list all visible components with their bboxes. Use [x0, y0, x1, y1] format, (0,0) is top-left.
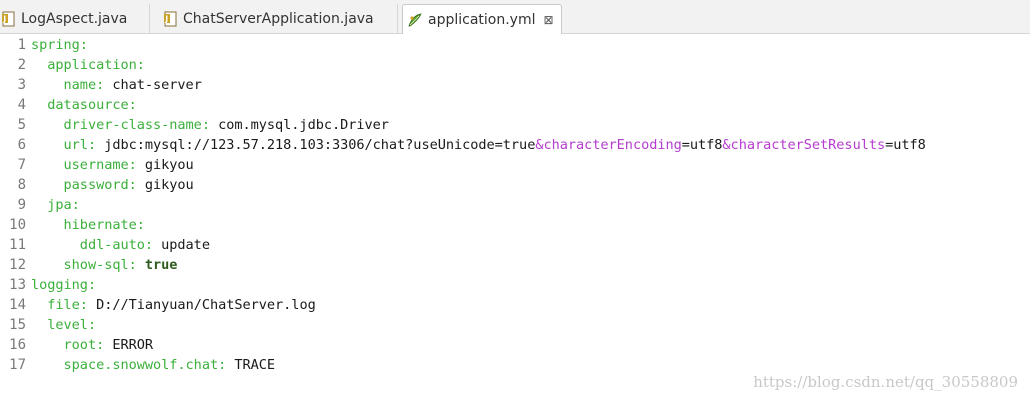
close-tab-icon[interactable]: ⊠: [544, 13, 554, 27]
yaml-value: jdbc:mysql://123.57.218.103:3306/chat?us…: [96, 137, 536, 153]
code-line: 16 root: ERROR: [0, 335, 1030, 355]
code-text: url: jdbc:mysql://123.57.218.103:3306/ch…: [31, 135, 926, 155]
code-line: 3 name: chat-server: [0, 75, 1030, 95]
tab-application-yml[interactable]: application.yml ⊠: [402, 4, 562, 35]
yaml-value: ERROR: [104, 337, 154, 353]
yaml-key: file:: [31, 297, 88, 313]
editor-tab-bar: J LogAspect.java J ChatServerApplication…: [0, 0, 1030, 35]
tab-label: application.yml: [428, 11, 536, 28]
code-line: 11 ddl-auto: update: [0, 235, 1030, 255]
code-line: 2 application:: [0, 55, 1030, 75]
code-line: 8 password: gikyou: [0, 175, 1030, 195]
code-line: 6 url: jdbc:mysql://123.57.218.103:3306/…: [0, 135, 1030, 155]
yaml-key: root:: [31, 337, 105, 353]
line-number: 14: [9, 297, 26, 313]
tab-label: LogAspect.java: [21, 11, 128, 27]
yaml-value: true: [136, 257, 178, 273]
line-number: 12: [9, 257, 26, 273]
line-number: 1: [17, 37, 26, 53]
code-line: 13 logging:: [0, 275, 1030, 295]
line-number: 9: [17, 197, 26, 213]
code-text: username: gikyou: [31, 155, 194, 175]
code-text: file: D://Tianyuan/ChatServer.log: [31, 295, 316, 315]
yaml-key: logging:: [31, 277, 97, 293]
line-number: 11: [9, 237, 26, 253]
yaml-key: datasource:: [31, 97, 137, 113]
code-text: root: ERROR: [31, 335, 154, 355]
yaml-key: space.snowwolf.chat:: [31, 357, 227, 373]
line-number: 2: [17, 57, 26, 73]
code-text: ddl-auto: update: [31, 235, 210, 255]
url-param: &characterSetResults: [722, 137, 886, 153]
yaml-key: show-sql:: [31, 257, 137, 273]
line-number: 16: [9, 337, 26, 353]
code-text: hibernate:: [31, 215, 145, 235]
java-file-icon: J: [164, 11, 177, 27]
code-text: datasource:: [31, 95, 137, 115]
code-line: 12 show-sql: true: [0, 255, 1030, 275]
code-text: driver-class-name: com.mysql.jdbc.Driver: [31, 115, 389, 135]
line-number: 15: [9, 317, 26, 333]
java-file-icon: J: [2, 11, 15, 27]
code-line: 17 space.snowwolf.chat: TRACE: [0, 355, 1030, 375]
code-line: 4 datasource:: [0, 95, 1030, 115]
code-text: level:: [31, 315, 96, 335]
code-line: 15 level:: [0, 315, 1030, 335]
line-number: 10: [9, 217, 26, 233]
yaml-key: username:: [31, 157, 137, 173]
yaml-key: hibernate:: [31, 217, 145, 233]
yaml-value: com.mysql.jdbc.Driver: [209, 117, 389, 133]
code-text: show-sql: true: [31, 255, 178, 275]
tab-logaspect-java[interactable]: J LogAspect.java: [0, 4, 150, 34]
yaml-key: driver-class-name:: [31, 117, 210, 133]
tab-label: ChatServerApplication.java: [183, 11, 374, 27]
yaml-key: password:: [31, 177, 137, 193]
yaml-file-icon: [408, 12, 422, 26]
line-number: 4: [17, 97, 26, 113]
line-number: 6: [17, 137, 26, 153]
code-line: 10 hibernate:: [0, 215, 1030, 235]
code-line: 5 driver-class-name: com.mysql.jdbc.Driv…: [0, 115, 1030, 135]
yaml-value: D://Tianyuan/ChatServer.log: [87, 297, 316, 313]
code-line: 9 jpa:: [0, 195, 1030, 215]
yaml-key: url:: [31, 137, 97, 153]
yaml-key: jpa:: [31, 197, 80, 213]
line-number: 7: [17, 157, 26, 173]
svg-text:J: J: [164, 15, 168, 24]
tab-chatserverapplication-java[interactable]: J ChatServerApplication.java: [160, 4, 398, 34]
yaml-value: gikyou: [136, 157, 194, 173]
yaml-key: application:: [31, 57, 145, 73]
code-text: name: chat-server: [31, 75, 202, 95]
line-number: 5: [17, 117, 26, 133]
yaml-value: =utf8: [681, 137, 723, 153]
yaml-value: TRACE: [226, 357, 276, 373]
svg-text:J: J: [2, 15, 6, 24]
yaml-key: name:: [31, 77, 105, 93]
line-number: 8: [17, 177, 26, 193]
yaml-editor[interactable]: 1 spring: 2 application: 3 name: chat-serve…: [0, 34, 1030, 403]
code-text: spring:: [31, 35, 88, 55]
code-line: 14 file: D://Tianyuan/ChatServer.log: [0, 295, 1030, 315]
yaml-key: level:: [31, 317, 97, 333]
code-text: jpa:: [31, 195, 80, 215]
code-line: 7 username: gikyou: [0, 155, 1030, 175]
line-number: 17: [9, 357, 26, 373]
yaml-value: =utf8: [885, 137, 926, 153]
yaml-value: gikyou: [136, 177, 194, 193]
line-number: 3: [17, 77, 26, 93]
code-text: space.snowwolf.chat: TRACE: [31, 355, 276, 375]
line-number: 13: [9, 277, 26, 293]
yaml-key: spring:: [31, 37, 88, 53]
code-text: application:: [31, 55, 145, 75]
yaml-key: ddl-auto:: [31, 237, 154, 253]
url-param: &characterEncoding: [535, 137, 682, 153]
code-text: logging:: [31, 275, 96, 295]
code-line: 1 spring:: [0, 35, 1030, 55]
yaml-value: update: [153, 237, 210, 253]
code-text: password: gikyou: [31, 175, 194, 195]
yaml-value: chat-server: [104, 77, 202, 93]
watermark: https://blog.csdn.net/qq_30558809: [753, 373, 1018, 391]
